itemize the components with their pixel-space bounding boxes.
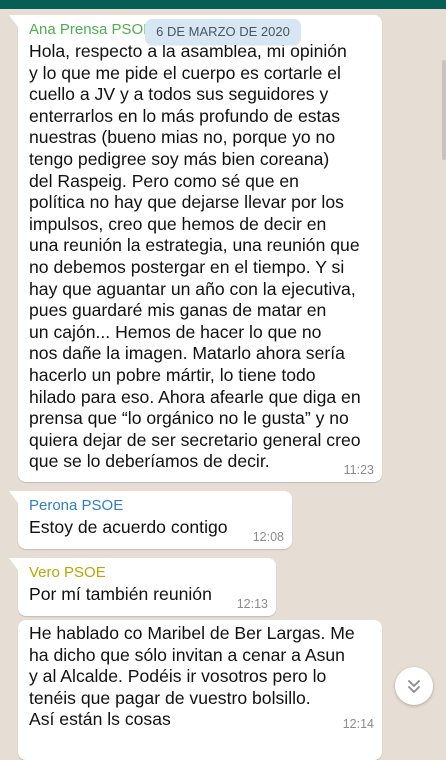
message-text: Hola, respecto a la asamblea, mi opinión… (29, 41, 373, 473)
message-bubble[interactable]: Perona PSOE Estoy de acuerdo contigo 12:… (9, 491, 292, 549)
message-bubble[interactable]: Ana Prensa PSOE Hola, respecto a la asam… (9, 15, 382, 482)
message-line: Estoy de acuerdo contigo (29, 517, 228, 537)
message-line: y al Alcalde. Podéis ir vosotros pero lo (29, 666, 327, 687)
double-chevron-down-icon (408, 680, 420, 693)
message-line: He hablado co Maribel de Ber Largas. Me (29, 623, 355, 643)
message-line: impulsos, creo que hemos de decir en (29, 213, 327, 234)
sender-name[interactable]: Vero PSOE (29, 564, 267, 582)
message-line: Así están ls cosas (29, 709, 171, 730)
date-indicator: 6 DE MARZO DE 2020 (145, 19, 301, 45)
message-line: del Raspeig. Pero como sé que en (29, 170, 299, 191)
message-line: política no hay que dejarse llevar por l… (29, 192, 344, 213)
message-line: prensa que “lo orgánico no le gusta” y n… (29, 408, 349, 429)
message-bubble[interactable]: He hablado co Maribel de Ber Largas. Me h… (18, 620, 382, 760)
message-time: 12:13 (236, 597, 268, 611)
message-line: nos dañe la imagen. Matarlo ahora sería (29, 343, 345, 364)
message-line: Por mí también reunión (29, 584, 212, 604)
bubble-tail (9, 558, 18, 570)
message-text: Estoy de acuerdo contigo (29, 517, 283, 539)
scrollbar[interactable] (442, 60, 446, 160)
message-time: 12:14 (342, 717, 374, 731)
message-line: ha dicho que sólo invitan a cenar a Asun (29, 644, 345, 665)
message-time: 12:08 (252, 530, 284, 544)
message-line: hacerlo un pobre mártir, lo tiene todo (29, 364, 316, 385)
message-line: nuestras (bueno mias no, porque yo no (29, 127, 336, 148)
message-line: no debemos postergar en el tiempo. Y si (29, 256, 345, 277)
message-line: una reunión la estrategia, una reunión q… (29, 235, 360, 256)
message-line: tenéis que pagar de vuestro bolsillo. (29, 687, 311, 708)
message-line: y lo que me pide el cuerpo es cortarle e… (29, 62, 341, 83)
message-line: cuello a JV y a todos sus seguidores y (29, 84, 329, 105)
message-line: quiera dejar de ser secretario general c… (29, 429, 361, 450)
sender-name[interactable]: Perona PSOE (29, 497, 283, 515)
message-text: He hablado co Maribel de Ber Largas. Me h… (29, 623, 373, 731)
bubble-tail (9, 491, 18, 503)
chat-header-bar (0, 0, 446, 9)
scroll-to-bottom-button[interactable] (395, 667, 433, 705)
message-line: enterrarlos en lo más profundo de estas (29, 105, 341, 126)
message-line: hilado para eso. Ahora afearle que diga … (29, 386, 361, 407)
message-line: hay que aguantar un año con la ejecutiva… (29, 278, 356, 299)
message-line: que se lo deberíamos de decir. (29, 451, 270, 472)
bubble-tail (9, 15, 18, 27)
message-text: Por mí también reunión (29, 584, 267, 606)
message-time: 11:23 (343, 463, 374, 477)
message-line: tengo pedigree soy más bien coreana) (29, 148, 330, 169)
message-bubble[interactable]: Vero PSOE Por mí también reunión 12:13 (9, 558, 276, 616)
message-line: pues guardaré mis ganas de matar en (29, 300, 327, 321)
message-line: un cajón... Hemos de hacer lo que no (29, 321, 322, 342)
